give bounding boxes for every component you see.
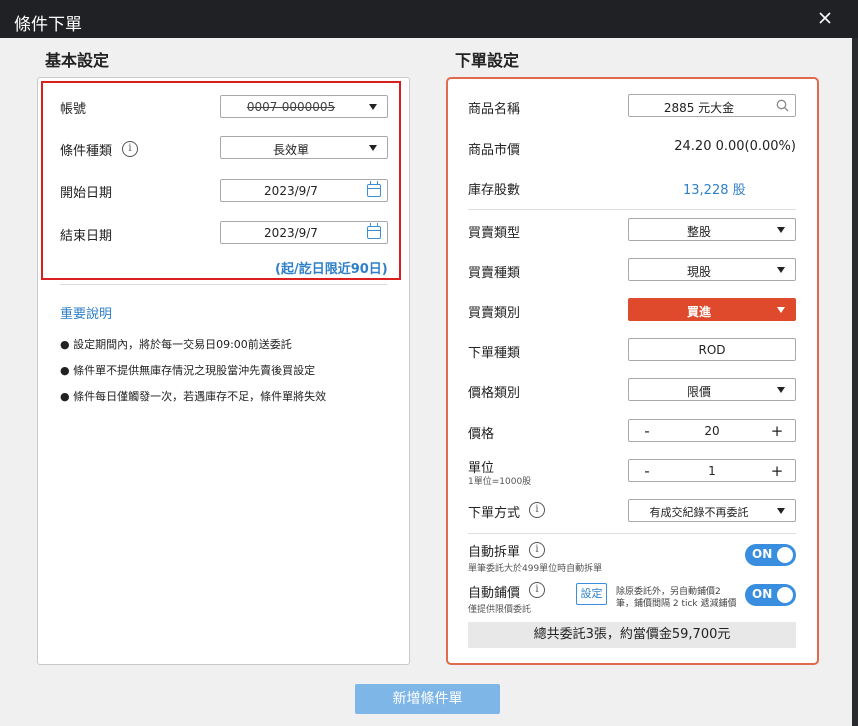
- account-label: 帳號: [60, 102, 87, 117]
- basic-settings-title: 基本設定: [45, 51, 110, 70]
- chevron-down-icon: [777, 227, 785, 233]
- price-value[interactable]: 20: [659, 424, 765, 438]
- chevron-down-icon: [369, 104, 377, 110]
- toggle-label: ON: [752, 547, 773, 561]
- note-item: ● 條件單不提供無庫存情況之現股當沖先賣後買設定: [60, 364, 316, 377]
- note-item: ● 條件每日僅觸發一次，若遇庫存不足，條件單將失效: [60, 390, 327, 403]
- date-range-hint: (起/訖日限近90日): [275, 262, 388, 277]
- price-label: 價格: [468, 427, 495, 442]
- order-settings-panel: [446, 77, 819, 665]
- auto-split-toggle[interactable]: ON: [745, 544, 796, 566]
- increment-button[interactable]: +: [767, 422, 787, 440]
- auto-split-label: 自動拆單: [468, 545, 521, 560]
- order-type-label: 下單種類: [468, 346, 521, 361]
- close-icon[interactable]: [816, 9, 834, 27]
- market-price-label: 商品市價: [468, 143, 521, 158]
- market-price-value: 24.20 0.00(0.00%): [674, 139, 796, 154]
- divider: [60, 284, 387, 285]
- end-date-field[interactable]: 2023/9/7: [220, 221, 388, 244]
- unit-sub-label: 1單位=1000股: [468, 477, 532, 487]
- decrement-button[interactable]: -: [637, 462, 657, 480]
- trade-side-select[interactable]: 買進: [628, 298, 796, 321]
- stock-value: 13,228 股: [683, 183, 746, 198]
- search-icon[interactable]: [776, 99, 789, 112]
- account-value: 0007-0000005: [246, 100, 336, 114]
- note-item: ● 設定期間內，將於每一交易日09:00前送委託: [60, 338, 292, 351]
- auto-fill-toggle[interactable]: ON: [745, 584, 796, 606]
- start-date-field[interactable]: 2023/9/7: [220, 179, 388, 202]
- add-conditional-order-button[interactable]: 新增條件單: [355, 684, 500, 714]
- start-date-value: 2023/9/7: [264, 184, 318, 198]
- order-method-select[interactable]: 有成交紀錄不再委託: [628, 499, 796, 522]
- trade-type-select[interactable]: 整股: [628, 218, 796, 241]
- order-summary: 總共委託3張，約當價金59,700元: [468, 622, 796, 648]
- start-date-label: 開始日期: [60, 186, 113, 201]
- info-icon[interactable]: i: [122, 141, 138, 157]
- auto-split-sub-label: 單筆委託大於499單位時自動拆單: [468, 564, 603, 574]
- chevron-down-icon: [369, 145, 377, 151]
- order-method-value: 有成交紀錄不再委託: [649, 506, 749, 519]
- conditional-order-window: 條件下單 基本設定 下單設定 帳號 0007-0000005 條件種類 i 長效…: [0, 0, 858, 726]
- window-title: 條件下單: [14, 15, 82, 35]
- order-type-value: ROD: [698, 343, 726, 357]
- product-label: 商品名稱: [468, 102, 521, 117]
- trade-kind-label: 買賣種類: [468, 266, 521, 281]
- auto-fill-settings-button[interactable]: 設定: [576, 583, 607, 605]
- price-type-label: 價格類別: [468, 386, 521, 401]
- trade-side-value: 買進: [686, 305, 711, 319]
- end-date-value: 2023/9/7: [264, 226, 318, 240]
- calendar-icon[interactable]: [367, 181, 381, 197]
- chevron-down-icon: [777, 508, 785, 514]
- order-type-field[interactable]: ROD: [628, 338, 796, 361]
- cond-type-value: 長效單: [272, 143, 309, 157]
- chevron-down-icon: [777, 307, 785, 313]
- trade-type-label: 買賣類型: [468, 226, 521, 241]
- side-strip: [852, 38, 858, 726]
- auto-fill-note: 筆，鋪價間隔 2 tick 遞減鋪價: [616, 599, 737, 609]
- account-select[interactable]: 0007-0000005: [220, 95, 388, 118]
- trade-kind-value: 現股: [686, 265, 711, 279]
- info-icon[interactable]: i: [529, 542, 545, 558]
- divider: [468, 209, 796, 210]
- decrement-button[interactable]: -: [637, 422, 657, 440]
- increment-button[interactable]: +: [767, 462, 787, 480]
- auto-fill-sub-label: 僅提供限價委託: [468, 605, 532, 615]
- trade-kind-select[interactable]: 現股: [628, 258, 796, 281]
- product-search-field[interactable]: 2885 元大金: [628, 94, 796, 117]
- toggle-label: ON: [752, 587, 773, 601]
- toggle-knob: [777, 547, 793, 563]
- trade-type-value: 整股: [686, 225, 711, 239]
- end-date-label: 結束日期: [60, 229, 113, 244]
- unit-value[interactable]: 1: [659, 464, 765, 478]
- order-settings-title: 下單設定: [455, 51, 520, 70]
- info-icon[interactable]: i: [529, 502, 545, 518]
- auto-fill-label: 自動鋪價: [468, 586, 521, 601]
- divider: [468, 533, 796, 534]
- stock-label: 庫存股數: [468, 183, 521, 198]
- price-type-select[interactable]: 限價: [628, 378, 796, 401]
- product-value: 2885 元大金: [663, 101, 735, 115]
- chevron-down-icon: [777, 267, 785, 273]
- info-icon[interactable]: i: [529, 582, 545, 598]
- toggle-knob: [777, 587, 793, 603]
- title-bar: 條件下單: [0, 0, 858, 38]
- price-stepper[interactable]: - 20 +: [628, 419, 796, 442]
- trade-side-label: 買賣類別: [468, 306, 521, 321]
- calendar-icon[interactable]: [367, 223, 381, 239]
- cond-type-select[interactable]: 長效單: [220, 136, 388, 159]
- chevron-down-icon: [777, 387, 785, 393]
- unit-stepper[interactable]: - 1 +: [628, 459, 796, 482]
- order-method-label: 下單方式: [468, 506, 521, 521]
- cond-type-label: 條件種類: [60, 144, 113, 159]
- price-type-value: 限價: [686, 385, 711, 399]
- important-notes-link[interactable]: 重要說明: [60, 303, 112, 322]
